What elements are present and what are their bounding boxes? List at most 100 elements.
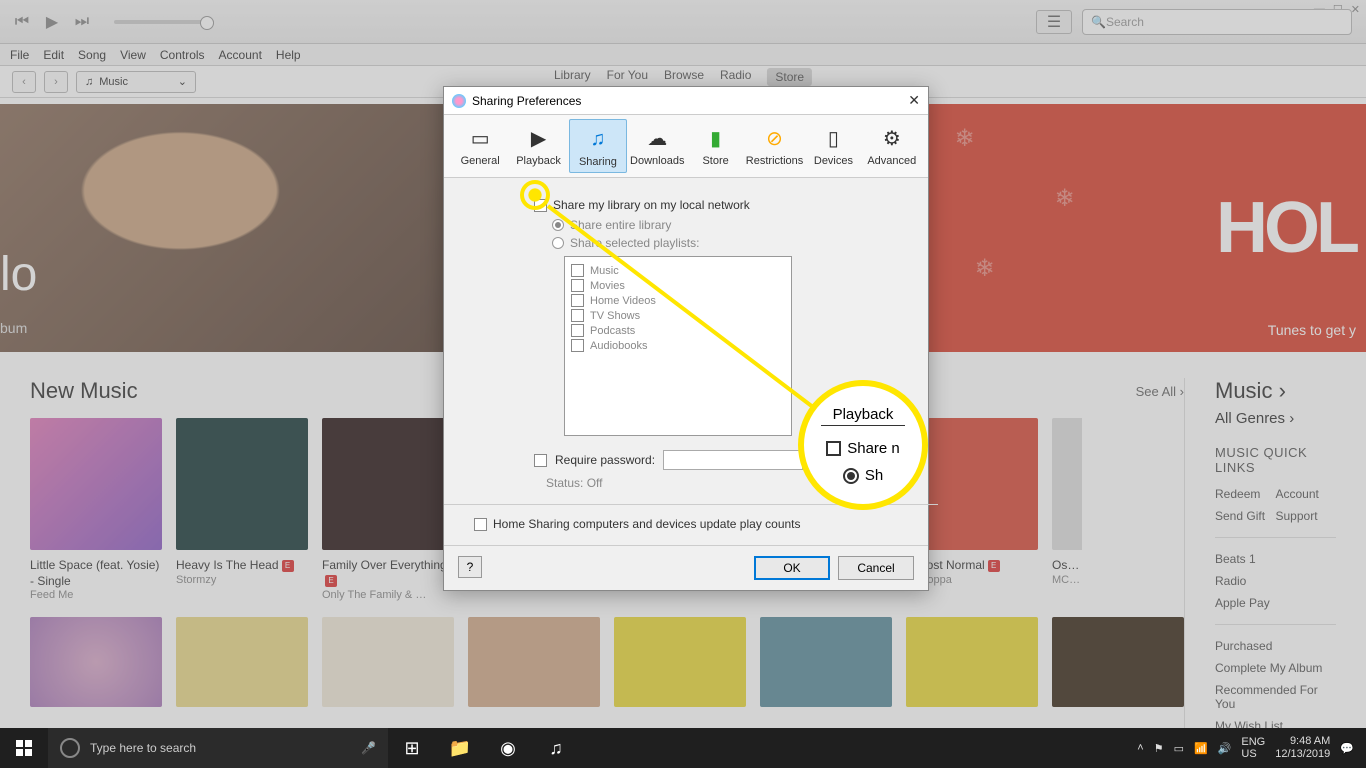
taskbar-search[interactable]: Type here to search 🎤 xyxy=(48,728,388,768)
tray-chevron-icon[interactable]: ˄ xyxy=(1137,742,1143,754)
radio-selected-playlists[interactable] xyxy=(552,237,564,249)
list-view-button[interactable]: ☰ xyxy=(1036,10,1072,34)
menu-file[interactable]: File xyxy=(10,48,29,62)
library-selector[interactable]: ♫ Music ⌄ xyxy=(76,71,196,93)
album-artist: Feed Me xyxy=(30,589,162,601)
menu-song[interactable]: Song xyxy=(78,48,106,62)
tab-playback[interactable]: ▶Playback xyxy=(510,119,566,173)
album-art[interactable] xyxy=(30,617,162,707)
tab-restrictions[interactable]: ⊘Restrictions xyxy=(746,119,803,173)
album-title[interactable]: Heavy Is The HeadE xyxy=(176,558,308,574)
tab-radio[interactable]: Radio xyxy=(720,68,751,86)
dialog-close-button[interactable]: ✕ xyxy=(908,92,920,109)
help-button[interactable]: ? xyxy=(458,556,482,578)
play-button[interactable]: ▶ xyxy=(40,10,64,34)
hero-left[interactable]: lo bum xyxy=(0,104,451,352)
link-send-gift[interactable]: Send Gift xyxy=(1215,505,1276,527)
sidebar: Music › All Genres › MUSIC QUICK LINKS R… xyxy=(1184,378,1336,737)
link-account[interactable]: Account xyxy=(1276,483,1337,505)
album-row-2 xyxy=(30,617,1184,715)
playlist-checkbox[interactable] xyxy=(571,309,584,322)
tray-clock[interactable]: 9:48 AM12/13/2019 xyxy=(1275,735,1330,761)
album-art[interactable] xyxy=(1052,418,1082,550)
link-complete-album[interactable]: Complete My Album xyxy=(1215,657,1336,679)
link-apple-pay[interactable]: Apple Pay xyxy=(1215,592,1336,614)
album-art[interactable] xyxy=(176,418,308,550)
tab-for-you[interactable]: For You xyxy=(607,68,648,86)
tab-library[interactable]: Library xyxy=(554,68,591,86)
menu-help[interactable]: Help xyxy=(276,48,301,62)
radio-entire-label: Share entire library xyxy=(570,218,671,232)
link-beats1[interactable]: Beats 1 xyxy=(1215,548,1336,570)
dialog-tabs: ▭General ▶Playback ♫Sharing ☁Downloads ▮… xyxy=(444,115,928,178)
itunes-taskbar-icon[interactable]: ♫ xyxy=(532,728,580,768)
menu-controls[interactable]: Controls xyxy=(160,48,205,62)
chrome-icon[interactable]: ◉ xyxy=(484,728,532,768)
tab-store[interactable]: Store xyxy=(767,68,812,86)
link-recommended[interactable]: Recommended For You xyxy=(1215,679,1336,715)
album-art[interactable] xyxy=(906,617,1038,707)
search-input[interactable]: 🔍 Search xyxy=(1082,9,1352,35)
album-art[interactable] xyxy=(614,617,746,707)
prev-button[interactable]: ⏮ xyxy=(10,10,34,34)
playlist-checkbox[interactable] xyxy=(571,264,584,277)
password-input[interactable] xyxy=(663,450,803,470)
hero-right-title: HOL xyxy=(1216,187,1356,269)
tab-store[interactable]: ▮Store xyxy=(687,119,743,173)
tab-downloads[interactable]: ☁Downloads xyxy=(629,119,685,173)
tab-devices[interactable]: ▯Devices xyxy=(805,119,861,173)
sidebar-title[interactable]: Music › xyxy=(1215,378,1336,404)
task-view-button[interactable]: ⊞ xyxy=(388,728,436,768)
playlist-checkbox[interactable] xyxy=(571,339,584,352)
album-art[interactable] xyxy=(30,418,162,550)
menu-edit[interactable]: Edit xyxy=(43,48,64,62)
ok-button[interactable]: OK xyxy=(754,556,830,580)
radio-entire-library[interactable] xyxy=(552,219,564,231)
hero-right-sub: Tunes to get y xyxy=(1268,322,1356,338)
mic-icon[interactable]: 🎤 xyxy=(361,741,376,755)
tray-battery-icon[interactable]: ▭ xyxy=(1174,742,1184,755)
playlist-checkbox[interactable] xyxy=(571,279,584,292)
section-title: New Music xyxy=(30,378,138,404)
start-button[interactable] xyxy=(0,728,48,768)
back-button[interactable]: ‹ xyxy=(12,71,36,93)
album-art[interactable] xyxy=(322,418,454,550)
tab-browse[interactable]: Browse xyxy=(664,68,704,86)
tab-sharing[interactable]: ♫Sharing xyxy=(569,119,627,173)
album-art[interactable] xyxy=(468,617,600,707)
album-art[interactable] xyxy=(322,617,454,707)
album-title[interactable]: Little Space (feat. Yosie) - Single xyxy=(30,558,162,589)
album-title[interactable]: Family Over EverythingE xyxy=(322,558,454,589)
tab-advanced[interactable]: ⚙Advanced xyxy=(864,119,920,173)
next-button[interactable]: ⏭ xyxy=(70,10,94,34)
link-redeem[interactable]: Redeem xyxy=(1215,483,1276,505)
tray-wifi-icon[interactable]: 📶 xyxy=(1194,742,1208,755)
tray-language[interactable]: ENGUS xyxy=(1241,736,1265,760)
link-purchased[interactable]: Purchased xyxy=(1215,635,1336,657)
playlist-box[interactable]: MusicMoviesHome VideosTV ShowsPodcastsAu… xyxy=(564,256,792,436)
menu-view[interactable]: View xyxy=(120,48,146,62)
link-support[interactable]: Support xyxy=(1276,505,1337,527)
require-password-checkbox[interactable] xyxy=(534,454,547,467)
tab-general[interactable]: ▭General xyxy=(452,119,508,173)
cancel-button[interactable]: Cancel xyxy=(838,556,914,580)
see-all-link[interactable]: See All › xyxy=(1136,384,1184,399)
playlist-checkbox[interactable] xyxy=(571,324,584,337)
album-art[interactable] xyxy=(176,617,308,707)
tray-security-icon[interactable]: ⚑ xyxy=(1154,742,1164,755)
playlist-checkbox[interactable] xyxy=(571,294,584,307)
forward-button[interactable]: › xyxy=(44,71,68,93)
tray-notifications-icon[interactable]: 💬 xyxy=(1340,742,1354,755)
album-art[interactable] xyxy=(1052,617,1184,707)
home-sharing-checkbox[interactable] xyxy=(474,518,487,531)
hero-right[interactable]: ❄ ❄ ❄ HOL Tunes to get y xyxy=(915,104,1366,352)
playlist-label: Home Videos xyxy=(590,295,656,307)
volume-slider[interactable] xyxy=(114,20,214,24)
close-button[interactable]: ✕ xyxy=(1351,3,1360,16)
tray-volume-icon[interactable]: 🔊 xyxy=(1218,742,1232,755)
file-explorer-icon[interactable]: 📁 xyxy=(436,728,484,768)
sidebar-genre[interactable]: All Genres › xyxy=(1215,410,1336,427)
menu-account[interactable]: Account xyxy=(219,48,262,62)
link-radio[interactable]: Radio xyxy=(1215,570,1336,592)
album-art[interactable] xyxy=(760,617,892,707)
